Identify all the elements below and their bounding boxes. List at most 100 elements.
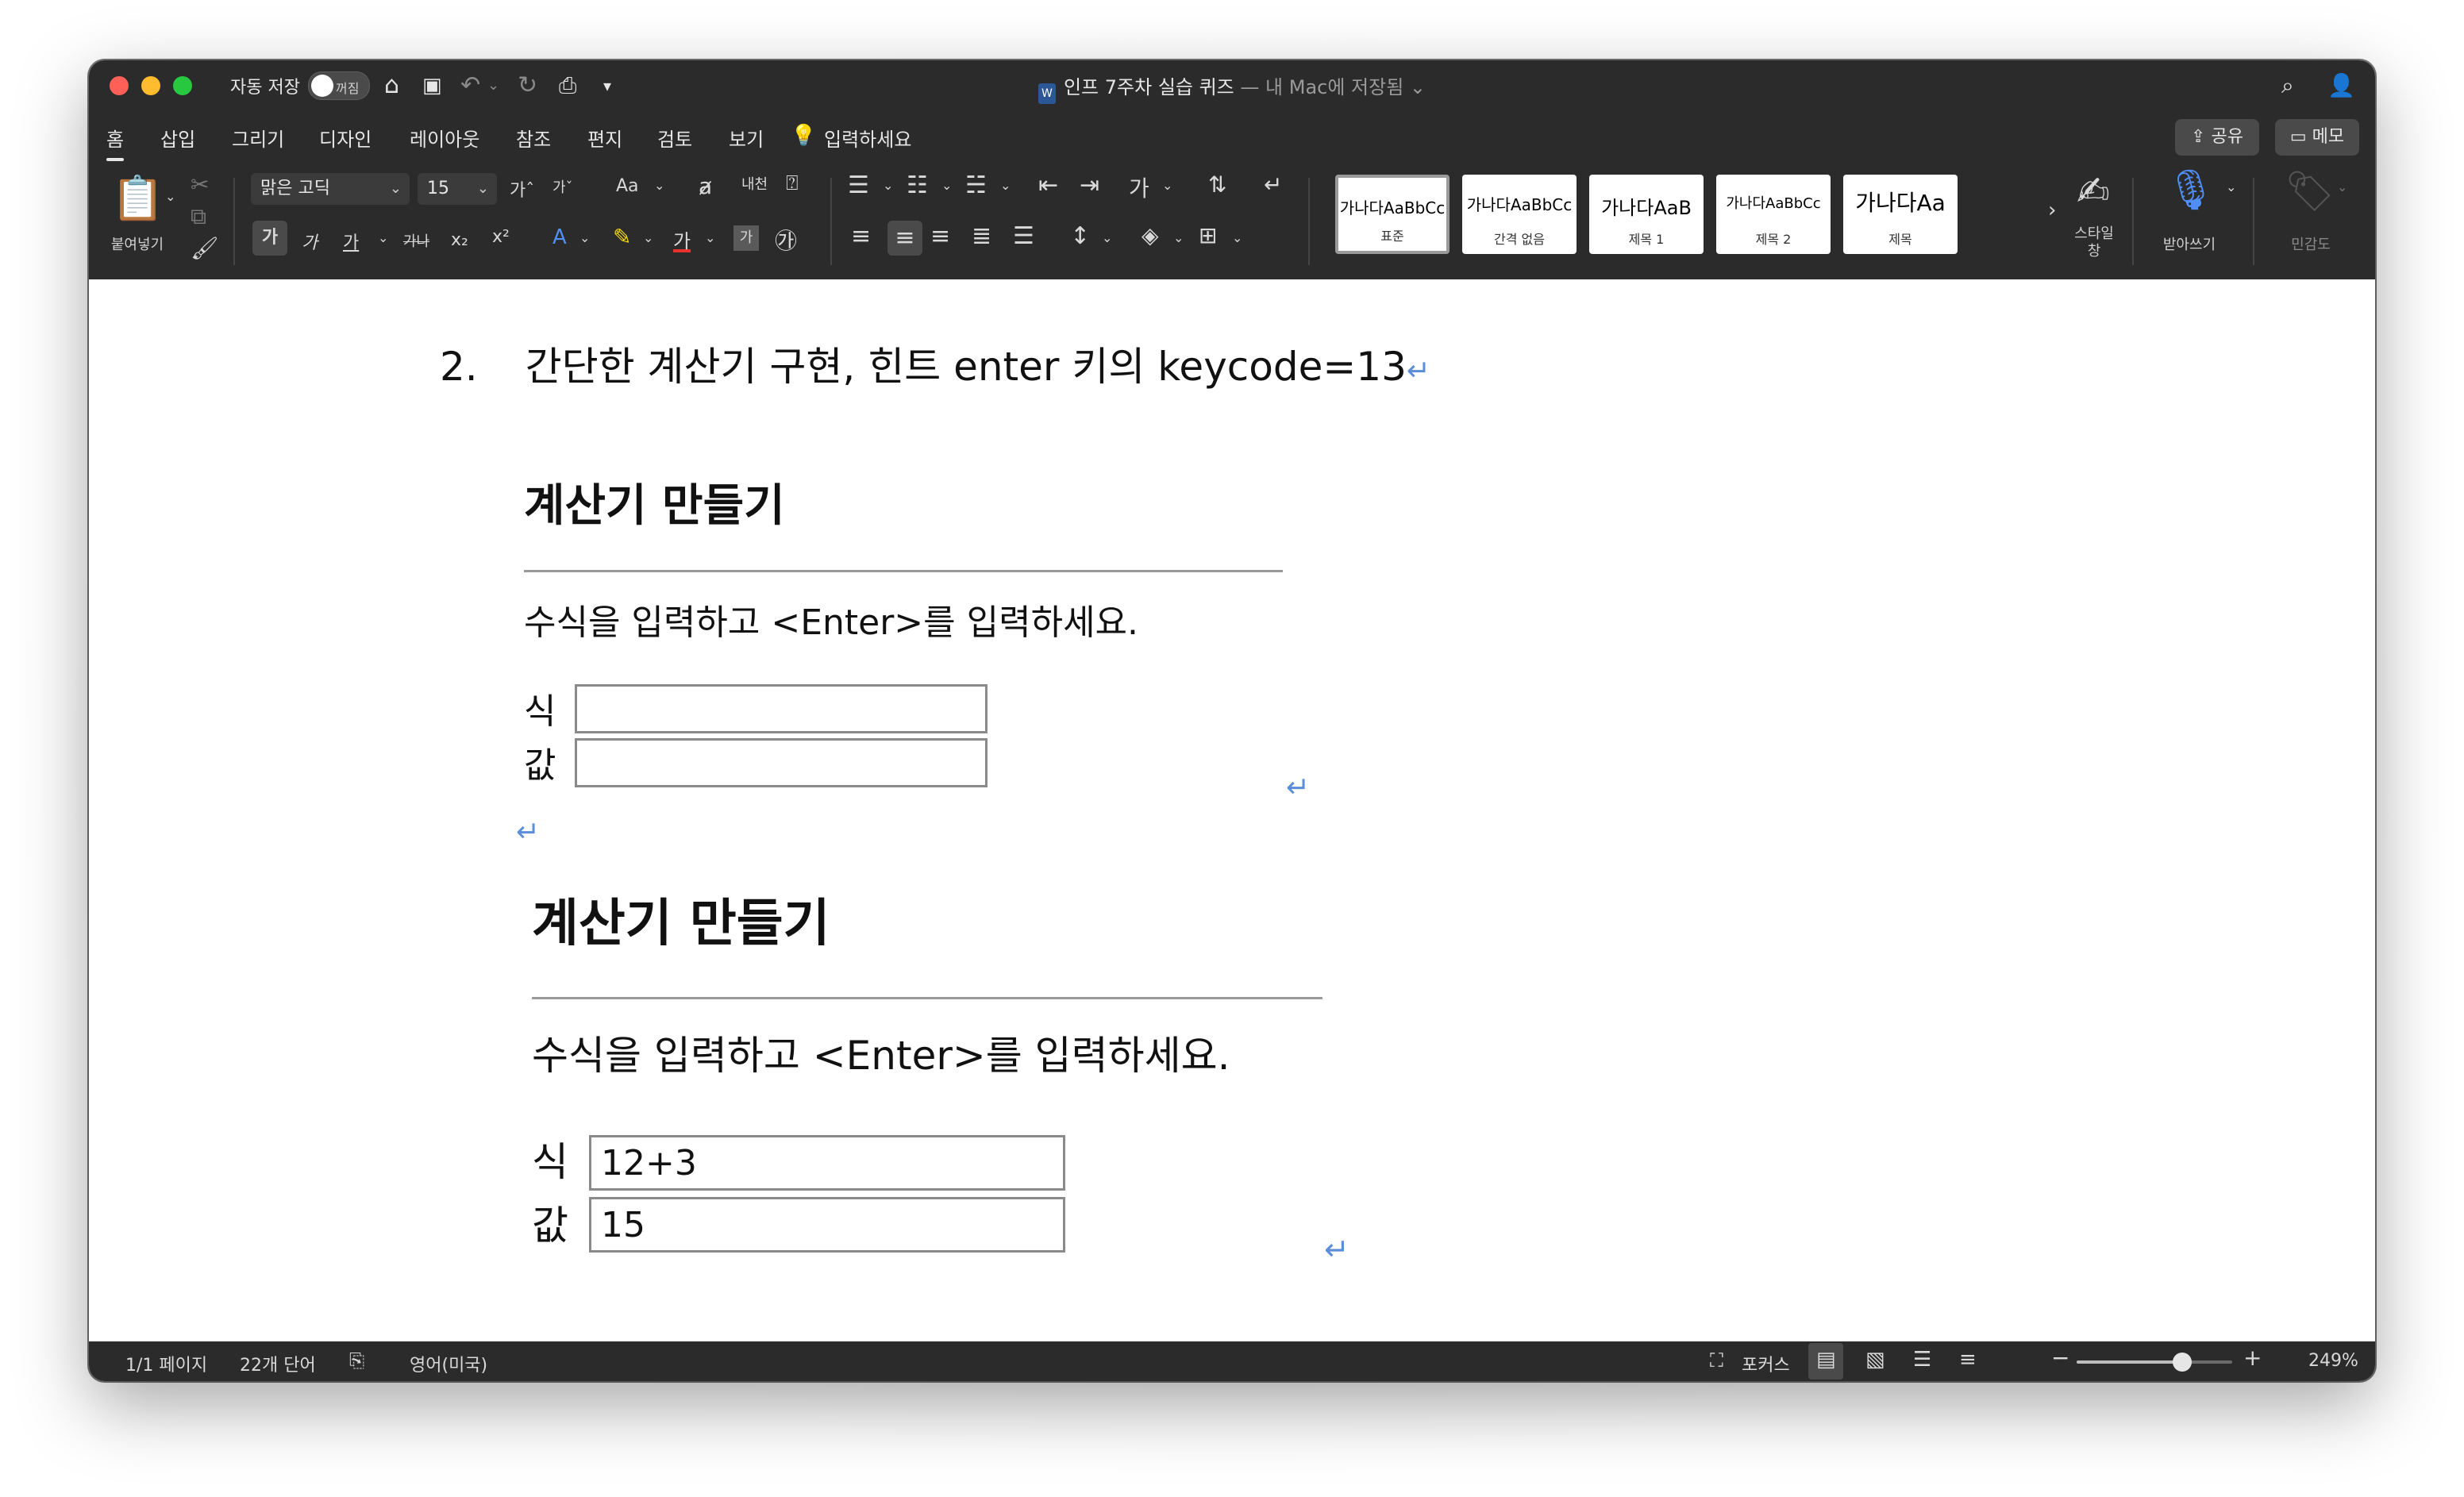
character-shading-icon[interactable]: 가 (733, 225, 759, 251)
shrink-font-button[interactable]: 가ˇ (552, 176, 573, 197)
proofing-icon[interactable]: ⎘ (349, 1349, 364, 1372)
share-button[interactable]: ⇪ 공유 (2175, 119, 2259, 156)
paste-icon[interactable]: 📋 (111, 173, 164, 224)
chevron-down-icon[interactable]: ⌄ (579, 230, 590, 245)
tab-design[interactable]: 디자인 (319, 124, 372, 152)
focus-label[interactable]: 포커스 (1742, 1351, 1790, 1376)
increase-indent-icon[interactable]: ⇥ (1080, 171, 1099, 199)
format-painter-icon[interactable]: 🖌 (191, 235, 219, 261)
superscript-button[interactable]: x² (492, 227, 510, 247)
separator (1308, 178, 1310, 265)
style-normal[interactable]: 가나다AaBbCc 표준 (1335, 175, 1450, 254)
text-effects-icon[interactable]: A (552, 225, 567, 249)
style-no-spacing[interactable]: 가나다AaBbCc 간격 없음 (1462, 175, 1577, 254)
result-input[interactable] (575, 738, 988, 787)
gallery-next-icon[interactable]: › (2048, 198, 2056, 222)
align-left-icon[interactable]: ≡ (851, 222, 871, 250)
outline-view-icon[interactable]: ☰ (1913, 1348, 1931, 1372)
tab-review[interactable]: 검토 (657, 124, 692, 152)
zoom-knob[interactable] (2173, 1353, 2193, 1372)
bold-button[interactable]: 가 (252, 221, 287, 256)
clear-formatting-icon[interactable]: ⱥ (699, 173, 712, 199)
chevron-down-icon[interactable]: ⌄ (705, 230, 715, 245)
comments-button[interactable]: ▭ 메모 (2275, 119, 2359, 156)
style-heading-2[interactable]: 가나다AaBbCc 제목 2 (1716, 175, 1831, 254)
align-right-icon[interactable]: ≡ (930, 222, 950, 250)
line-spacing-icon[interactable]: ↕ (1070, 222, 1090, 250)
copy-icon[interactable]: ⧉ (191, 203, 206, 230)
numbering-icon[interactable]: ☷ (907, 171, 928, 199)
tab-draw[interactable]: 그리기 (232, 124, 284, 152)
enclose-character-icon[interactable]: ⍰ (786, 171, 799, 196)
styles-pane-icon[interactable]: ✍ (2077, 168, 2110, 214)
tab-mailings[interactable]: 편지 (587, 124, 622, 152)
chevron-down-icon[interactable]: ⌄ (378, 230, 388, 245)
multilevel-list-icon[interactable]: ☵ (965, 171, 987, 199)
zoom-slider[interactable] (2077, 1353, 2232, 1372)
expr-input[interactable] (589, 1135, 1065, 1191)
grow-font-button[interactable]: 가ˆ (510, 176, 534, 202)
language[interactable]: 영어(미국) (410, 1351, 487, 1376)
doc-location[interactable]: — 내 Mac에 저장됨 ⌄ (1234, 76, 1426, 98)
strikethrough-button[interactable]: 가나 (403, 230, 429, 251)
shading-icon[interactable]: ◈ (1142, 222, 1159, 248)
distributed-icon[interactable]: ☰ (1013, 222, 1034, 250)
expr-input[interactable] (575, 684, 988, 733)
borders-icon[interactable]: ⊞ (1199, 222, 1217, 248)
font-color-icon[interactable]: 가 (673, 225, 691, 253)
change-case-button[interactable]: Aa (616, 176, 639, 196)
chevron-down-icon[interactable]: ⌄ (1102, 230, 1112, 245)
word-count[interactable]: 22개 단어 (240, 1351, 316, 1376)
microphone-icon[interactable]: 🎙 (2166, 167, 2216, 214)
focus-icon[interactable]: ⛶ (1710, 1349, 1723, 1372)
tab-home[interactable]: 홈 (106, 124, 125, 161)
account-icon[interactable]: 👤 (2327, 70, 2355, 102)
tab-view[interactable]: 보기 (729, 124, 764, 152)
bullets-icon[interactable]: ☰ (848, 171, 869, 199)
chevron-down-icon[interactable]: ⌄ (643, 230, 653, 245)
print-layout-view-icon[interactable]: ▤ (1816, 1348, 1836, 1372)
asian-layout-icon[interactable]: 가 (1129, 171, 1149, 203)
justify-icon[interactable]: ≣ (972, 222, 991, 250)
tab-layout[interactable]: 레이아웃 (410, 124, 479, 152)
chevron-down-icon[interactable]: ⌄ (2337, 179, 2347, 194)
search-icon[interactable]: ⌕ (2281, 70, 2294, 102)
highlight-icon[interactable]: ✎ (613, 224, 631, 250)
chevron-down-icon[interactable]: ⌄ (883, 178, 893, 193)
zoom-percentage[interactable]: 249% (2308, 1351, 2358, 1371)
subscript-button[interactable]: x₂ (451, 230, 468, 250)
document-canvas[interactable]: 2. 간단한 계산기 구현, 힌트 enter 키의 keycode=13↵ 계… (89, 279, 2375, 1341)
sort-icon[interactable]: ⇅ (1208, 171, 1226, 198)
chevron-down-icon[interactable]: ⌄ (1000, 178, 1011, 193)
chevron-down-icon: ⌄ (389, 180, 402, 197)
italic-button[interactable]: 가 (302, 229, 318, 254)
align-center-icon[interactable]: ≡ (887, 221, 922, 256)
sensitivity-icon[interactable]: 🏷 (2285, 168, 2335, 215)
result-input[interactable] (589, 1197, 1065, 1253)
enclosed-character-icon[interactable]: ㉮ (775, 224, 797, 256)
chevron-down-icon[interactable]: ⌄ (1232, 230, 1242, 245)
draft-view-icon[interactable]: ≡ (1959, 1348, 1977, 1372)
chevron-down-icon[interactable]: ⌄ (1162, 178, 1172, 193)
font-size-combo[interactable]: 15 ⌄ (418, 173, 497, 205)
chevron-down-icon[interactable]: ⌄ (1173, 230, 1184, 245)
style-title[interactable]: 가나다Aa 제목 (1843, 175, 1958, 254)
underline-button[interactable]: 가 (343, 229, 359, 254)
cut-icon[interactable]: ✂ (191, 171, 209, 198)
page-count[interactable]: 1/1 페이지 (125, 1351, 207, 1376)
decrease-indent-icon[interactable]: ⇤ (1038, 171, 1058, 199)
font-name-combo[interactable]: 맑은 고딕 ⌄ (251, 173, 410, 205)
zoom-in-icon[interactable]: + (2243, 1345, 2262, 1371)
phonetic-guide-icon[interactable]: 내천 (741, 173, 768, 194)
tell-me-search[interactable]: 입력하세요 (824, 124, 911, 152)
zoom-out-icon[interactable]: − (2051, 1345, 2069, 1371)
tab-references[interactable]: 참조 (516, 124, 551, 152)
chevron-down-icon[interactable]: ⌄ (941, 178, 952, 193)
chevron-down-icon[interactable]: ⌄ (2226, 179, 2236, 194)
style-heading-1[interactable]: 가나다AaB 제목 1 (1589, 175, 1704, 254)
show-marks-icon[interactable]: ↵ (1264, 171, 1282, 198)
paste-dropdown-icon[interactable]: ⌄ (165, 189, 175, 204)
tab-insert[interactable]: 삽입 (160, 124, 195, 152)
web-layout-view-icon[interactable]: ▧ (1865, 1348, 1885, 1372)
chevron-down-icon[interactable]: ⌄ (654, 178, 664, 193)
